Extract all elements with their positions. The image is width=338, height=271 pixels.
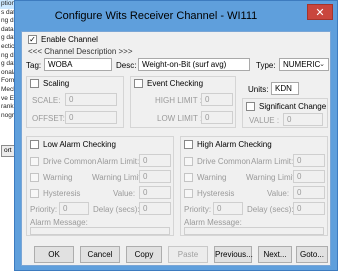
low-alarm-message-label: Alarm Message: [30,218,88,227]
tag-field[interactable]: WOBA [44,58,112,71]
close-icon: ✕ [315,7,325,19]
high-warning-limit-label: Warning Limit: [246,173,297,182]
low-alarm-limit-field[interactable]: 0 [139,154,171,167]
goto-button[interactable]: Goto... [296,246,328,263]
dialog-body: ✓ Enable Channel <<< Channel Description… [21,31,331,266]
high-alarm-message-label: Alarm Message: [184,218,242,227]
high-alarm-label: High Alarm Checking [197,140,272,149]
enable-channel-label: Enable Channel [41,35,98,44]
high-hysteresis-value-label: Value: [267,189,290,198]
low-alarm-limit-label: Alarm Limit: [97,157,140,166]
low-hysteresis-checkbox[interactable] [30,189,39,198]
type-label: Type: [256,61,276,70]
low-hysteresis-value-field[interactable]: 0 [139,186,171,199]
low-alarm-message-field[interactable] [30,227,170,235]
high-hysteresis-label: Hysteresis [197,189,235,198]
offset-field[interactable]: 0 [65,111,117,124]
configure-dialog: Configure Wits Receiver Channel - WI111 … [14,0,338,271]
low-delay-field[interactable]: 0 [139,202,171,215]
high-alarm-message-field[interactable] [184,227,324,235]
high-limit-field[interactable]: 0 [201,93,233,106]
high-alarm-limit-label: Alarm Limit: [251,157,294,166]
scale-label: SCALE: [32,96,61,105]
event-checking-label: Event Checking [147,79,204,88]
high-hysteresis-value-field[interactable]: 0 [293,186,325,199]
desc-label: Desc: [116,61,137,70]
high-warning-checkbox[interactable] [184,173,193,182]
desc-field[interactable]: Weight-on-Bit (surf avg) [138,58,250,71]
low-limit-field[interactable]: 0 [201,111,233,124]
significant-change-checkbox[interactable] [246,102,255,111]
previous-button[interactable]: Previous... [214,246,253,263]
high-limit-label: HIGH LIMIT : [155,96,202,105]
significant-value-label: VALUE : [249,116,280,125]
high-hysteresis-checkbox[interactable] [184,189,193,198]
low-hysteresis-value-label: Value: [113,189,136,198]
high-alarm-checkbox[interactable] [184,140,193,149]
scaling-group: Scaling SCALE: 0 OFFSET: 0 [26,76,124,128]
dialog-title: Configure Wits Receiver Channel - WI111 [54,10,258,22]
high-drive-common-label: Drive Common [197,157,251,166]
high-priority-field[interactable]: 0 [213,202,243,215]
high-drive-common-checkbox[interactable] [184,157,193,166]
high-warning-limit-field[interactable]: 0 [293,170,325,183]
high-alarm-group: High Alarm Checking Drive Common Alarm L… [180,136,328,236]
low-warning-limit-field[interactable]: 0 [139,170,171,183]
type-select[interactable]: NUMERIC ⌄ [279,58,329,71]
event-checking-group: Event Checking HIGH LIMIT : 0 LOW LIMIT … [130,76,236,128]
enable-channel-checkbox[interactable]: ✓ [28,35,37,44]
units-field[interactable]: KDN [271,82,299,95]
high-delay-field[interactable]: 0 [293,202,325,215]
title-bar[interactable]: Configure Wits Receiver Channel - WI111 … [15,1,337,31]
low-priority-field[interactable]: 0 [59,202,89,215]
low-priority-label: Priority: [30,205,58,214]
scaling-label: Scaling [43,79,70,88]
channel-description-link[interactable]: <<< Channel Description >>> [28,47,133,56]
paste-button[interactable]: Paste [168,246,208,263]
significant-value-field[interactable]: 0 [283,113,323,126]
significant-change-group: Significant Change VALUE : 0 [242,98,328,128]
offset-label: OFFSET: [32,114,65,123]
event-checking-checkbox[interactable] [134,79,143,88]
type-select-value: NUMERIC [283,60,321,69]
low-warning-limit-label: Warning Limit: [92,173,143,182]
cancel-button[interactable]: Cancel [80,246,120,263]
copy-button[interactable]: Copy [126,246,162,263]
tag-label: Tag: [26,61,42,70]
low-warning-label: Warning [43,173,73,182]
low-alarm-label: Low Alarm Checking [43,140,116,149]
high-alarm-limit-field[interactable]: 0 [293,154,325,167]
low-drive-common-label: Drive Common [43,157,97,166]
scaling-checkbox[interactable] [30,79,39,88]
low-drive-common-checkbox[interactable] [30,157,39,166]
high-delay-label: Delay (secs): [247,205,294,214]
high-priority-label: Priority: [184,205,212,214]
units-label: Units: [248,85,269,94]
low-limit-label: LOW LIMIT : [157,114,203,123]
scale-field[interactable]: 0 [65,93,117,106]
low-hysteresis-label: Hysteresis [43,189,81,198]
ok-button[interactable]: OK [34,246,74,263]
next-button[interactable]: Next... [258,246,292,263]
low-alarm-checkbox[interactable] [30,140,39,149]
high-warning-label: Warning [197,173,227,182]
low-warning-checkbox[interactable] [30,173,39,182]
chevron-down-icon: ⌄ [319,61,325,68]
significant-change-label: Significant Change [259,102,327,111]
close-button[interactable]: ✕ [307,4,333,20]
low-delay-label: Delay (secs): [93,205,140,214]
low-alarm-group: Low Alarm Checking Drive Common Alarm Li… [26,136,174,236]
